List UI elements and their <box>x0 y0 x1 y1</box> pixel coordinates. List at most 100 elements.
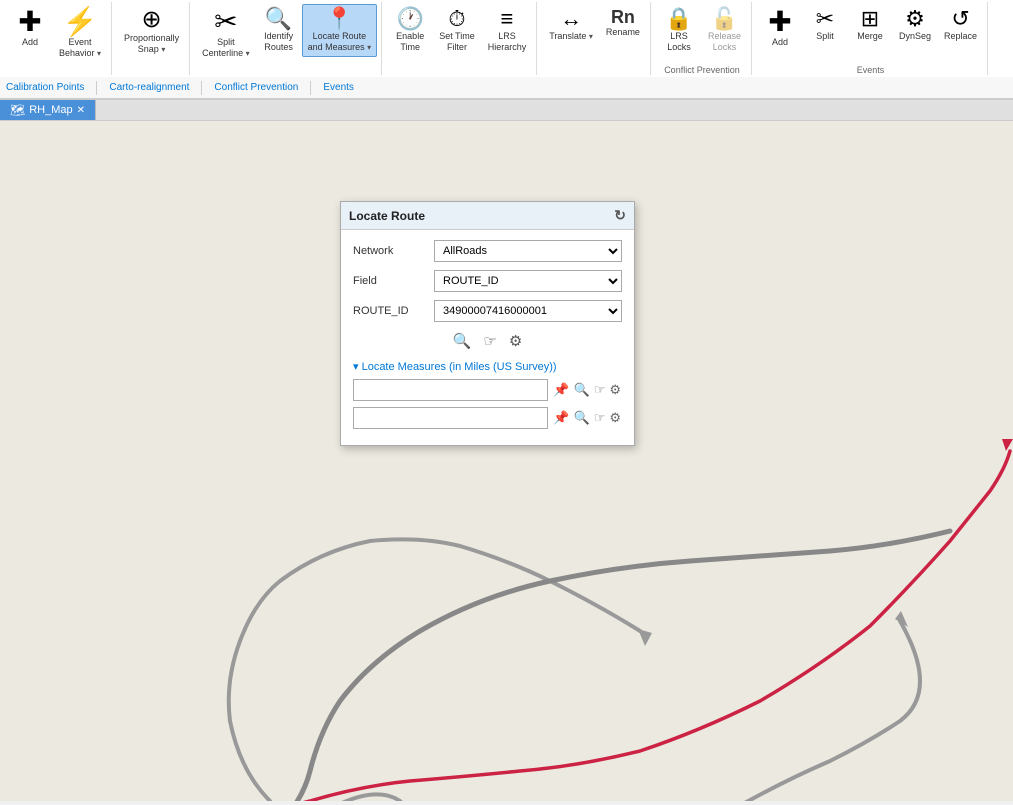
event-behavior-button[interactable]: ⚡ EventBehavior <box>53 4 107 63</box>
measure-from-pin-icon[interactable]: 📌 <box>552 381 570 399</box>
events-tab[interactable]: Events <box>323 82 354 93</box>
routeid-select[interactable]: 34900007416000001 <box>434 300 622 322</box>
rename-icon: Rn <box>611 8 635 26</box>
identify-routes-icon: 🔍 <box>265 8 292 30</box>
group-events-buttons: ✚ Add ✂ Split ⊞ Merge ⚙ DynSeg ↺ Repla <box>758 4 983 63</box>
replace-icon: ↺ <box>951 8 969 30</box>
split-centerline-icon: ✂ <box>214 8 237 36</box>
measure-to-pin-icon[interactable]: 📌 <box>552 409 570 427</box>
measure-to-row: 📌 🔍 ☞ ⚙ <box>353 407 622 429</box>
sep2 <box>201 81 202 95</box>
locate-measures: ▾ Locate Measures (in Miles (US Survey))… <box>353 360 622 429</box>
group-events: ✚ Add ✂ Split ⊞ Merge ⚙ DynSeg ↺ Repla <box>754 2 988 75</box>
lrs-locks-label: LRSLocks <box>667 31 691 53</box>
locate-measures-header[interactable]: ▾ Locate Measures (in Miles (US Survey)) <box>353 360 622 373</box>
release-locks-label: ReleaseLocks <box>708 31 741 53</box>
group-edit-buttons: ✂ SplitCenterline 🔍 IdentifyRoutes 📍 Loc… <box>196 4 377 73</box>
dynseg-label: DynSeg <box>899 31 931 42</box>
network-label: Network <box>353 245 428 257</box>
map-canvas: Locate Route ↻ Network AllRoads Field RO… <box>0 121 1013 801</box>
events-split-icon: ✂ <box>816 8 834 30</box>
settings-button[interactable]: ⚙ <box>507 330 524 352</box>
measure-to-settings-icon[interactable]: ⚙ <box>608 409 622 427</box>
events-add-icon: ✚ <box>768 8 791 36</box>
group-snap-buttons: ⊕ ProportionallySnap <box>118 4 185 73</box>
translate-icon: ↔ <box>560 8 582 30</box>
proportionally-snap-button[interactable]: ⊕ ProportionallySnap <box>118 4 185 59</box>
lrs-hierarchy-button[interactable]: ≡ LRSHierarchy <box>482 4 533 57</box>
group-locks: 🔒 LRSLocks 🔓 ReleaseLocks Conflict Preve… <box>653 2 752 75</box>
group-add: ✚ Add ⚡ EventBehavior <box>4 2 112 75</box>
group-time: 🕐 EnableTime ⏱ Set TimeFilter ≡ LRSHiera… <box>384 2 537 75</box>
locate-route-popup: Locate Route ↻ Network AllRoads Field RO… <box>340 201 635 446</box>
set-time-filter-button[interactable]: ⏱ Set TimeFilter <box>433 4 481 57</box>
events-split-label: Split <box>816 31 834 42</box>
measure-to-icons: 📌 🔍 ☞ ⚙ <box>552 409 622 427</box>
group-translate: ↔ Translate Rn Rename <box>539 2 651 75</box>
split-centerline-button[interactable]: ✂ SplitCenterline <box>196 4 256 63</box>
group-events-label: Events <box>758 65 983 75</box>
measure-from-icons: 📌 🔍 ☞ ⚙ <box>552 381 622 399</box>
group-snap: ⊕ ProportionallySnap <box>114 2 190 75</box>
measure-to-search-icon[interactable]: 🔍 <box>573 409 591 427</box>
locate-route-button[interactable]: 📍 Locate Routeand Measures <box>302 4 378 57</box>
rename-label: Rename <box>606 27 640 38</box>
sub-ribbon: Calibration Points Carto-realignment Con… <box>0 77 1013 99</box>
measure-from-settings-icon[interactable]: ⚙ <box>608 381 622 399</box>
event-behavior-icon: ⚡ <box>63 8 98 36</box>
events-add-label: Add <box>772 37 788 48</box>
identify-routes-button[interactable]: 🔍 IdentifyRoutes <box>257 4 301 57</box>
measure-from-input[interactable] <box>353 379 548 401</box>
group-locks-buttons: 🔒 LRSLocks 🔓 ReleaseLocks <box>657 4 747 63</box>
group-add-buttons: ✚ Add ⚡ EventBehavior <box>8 4 107 73</box>
measure-to-hand-icon[interactable]: ☞ <box>593 409 607 427</box>
ribbon-body: ✚ Add ⚡ EventBehavior ⊕ ProportionallySn… <box>0 0 1013 77</box>
search-button[interactable]: 🔍 <box>451 330 474 352</box>
field-row: Field ROUTE_ID <box>353 270 622 292</box>
events-add-button[interactable]: ✚ Add <box>758 4 802 52</box>
translate-label: Translate <box>549 31 593 42</box>
rh-map-tab[interactable]: 🗺 RH_Map ✕ <box>0 100 96 120</box>
routeid-row: ROUTE_ID 34900007416000001 <box>353 300 622 322</box>
replace-button[interactable]: ↺ Replace <box>938 4 983 46</box>
sep3 <box>310 81 311 95</box>
network-select[interactable]: AllRoads <box>434 240 622 262</box>
set-time-filter-icon: ⏱ <box>448 8 465 30</box>
measure-from-search-icon[interactable]: 🔍 <box>573 381 591 399</box>
close-map-tab[interactable]: ✕ <box>77 105 85 116</box>
split-centerline-label: SplitCenterline <box>202 37 250 59</box>
conflict-prevention-tab[interactable]: Conflict Prevention <box>214 82 298 93</box>
popup-body: Network AllRoads Field ROUTE_ID ROUTE_ID… <box>341 230 634 445</box>
measure-to-input[interactable] <box>353 407 548 429</box>
measure-from-row: 📌 🔍 ☞ ⚙ <box>353 379 622 401</box>
hand-button[interactable]: ☞ <box>481 330 498 352</box>
add-button[interactable]: ✚ Add <box>8 4 52 52</box>
locate-route-label: Locate Routeand Measures <box>308 31 372 53</box>
release-locks-button[interactable]: 🔓 ReleaseLocks <box>702 4 747 57</box>
calibration-points-tab[interactable]: Calibration Points <box>6 82 84 93</box>
popup-header: Locate Route ↻ <box>341 202 634 230</box>
field-label: Field <box>353 275 428 287</box>
lrs-locks-icon: 🔒 <box>665 8 692 30</box>
events-split-button[interactable]: ✂ Split <box>803 4 847 46</box>
carto-realignment-tab[interactable]: Carto-realignment <box>109 82 189 93</box>
identify-routes-label: IdentifyRoutes <box>264 31 293 53</box>
refresh-button[interactable]: ↻ <box>614 207 626 224</box>
merge-label: Merge <box>857 31 883 42</box>
rename-button[interactable]: Rn Rename <box>600 4 646 42</box>
network-row: Network AllRoads <box>353 240 622 262</box>
measure-from-hand-icon[interactable]: ☞ <box>593 381 607 399</box>
merge-button[interactable]: ⊞ Merge <box>848 4 892 46</box>
map-tabs: 🗺 RH_Map ✕ <box>0 100 1013 121</box>
map-tab-label: RH_Map <box>29 104 72 116</box>
group-edit: ✂ SplitCenterline 🔍 IdentifyRoutes 📍 Loc… <box>192 2 382 75</box>
group-locks-label: Conflict Prevention <box>657 65 747 75</box>
enable-time-button[interactable]: 🕐 EnableTime <box>388 4 432 57</box>
lrs-locks-button[interactable]: 🔒 LRSLocks <box>657 4 701 57</box>
snap-icon: ⊕ <box>142 8 162 32</box>
field-select[interactable]: ROUTE_ID <box>434 270 622 292</box>
translate-button[interactable]: ↔ Translate <box>543 4 599 46</box>
merge-icon: ⊞ <box>861 8 879 30</box>
dynseg-icon: ⚙ <box>905 8 925 30</box>
dynseg-button[interactable]: ⚙ DynSeg <box>893 4 937 46</box>
